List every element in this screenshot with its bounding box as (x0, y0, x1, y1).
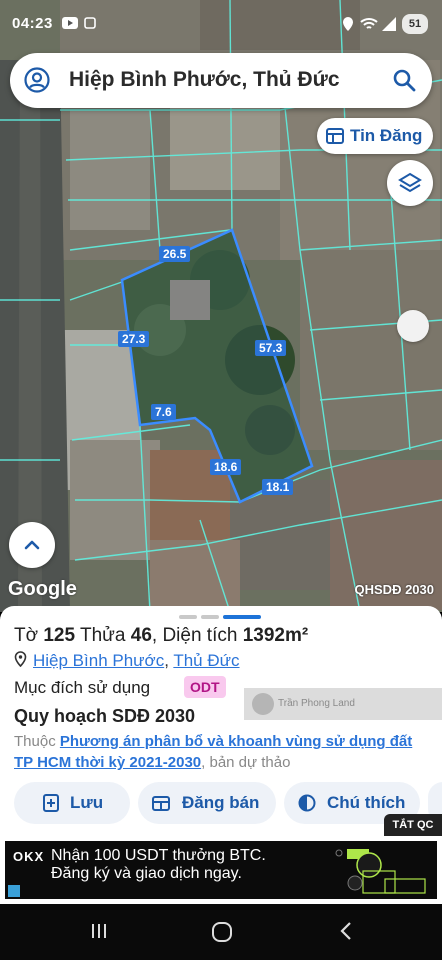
layers-icon (398, 172, 422, 193)
post-for-sale-button[interactable]: Đăng bán (138, 782, 276, 824)
listings-chip[interactable]: Tin Đăng (317, 118, 433, 154)
plan-description: Thuộc Phương án phân bổ và khoanh vùng s… (14, 731, 432, 773)
save-button-label: Lưu (70, 793, 104, 812)
chevron-up-icon (24, 540, 40, 550)
add-bookmark-icon (43, 794, 59, 812)
ad-info-icon[interactable] (8, 885, 20, 897)
close-ad-button[interactable]: TẮT QC (384, 814, 442, 836)
land-use-badge: ODT (184, 676, 226, 698)
youtube-icon (62, 17, 78, 29)
dimension-label: 27.3 (118, 331, 150, 347)
plan-desc-suffix: , bản dự thảo (201, 754, 291, 771)
search-query[interactable]: Hiệp Bình Phước, Thủ Đức (69, 68, 340, 92)
recent-apps-icon[interactable] (89, 921, 109, 941)
search-icon[interactable] (392, 68, 416, 92)
wifi-icon (360, 18, 378, 29)
area-label: , Diện tích (151, 625, 238, 646)
map-layer-code: QHSDĐ 2030 (354, 582, 434, 597)
land-use-label: Mục đích sử dụng (14, 678, 151, 697)
storefront-icon (152, 796, 170, 811)
save-button[interactable]: Lưu (14, 782, 130, 824)
dimension-label: 26.5 (159, 246, 191, 262)
notification-icon (84, 17, 96, 29)
ad-banner[interactable]: OKX Nhận 100 USDT thưởng BTC. Đăng ký và… (0, 836, 442, 904)
dimension-label: 7.6 (151, 404, 176, 420)
dimension-label: 18.6 (210, 459, 242, 475)
parcel-summary: Tờ 125 Thửa 46, Diện tích 1392m² (14, 625, 308, 647)
parcel-info-sheet: Tờ 125 Thửa 46, Diện tích 1392m² Hiệp Bì… (0, 606, 442, 838)
ad-bitcoin-graphic (335, 849, 426, 894)
sheet-label: Tờ (14, 625, 39, 646)
status-bar: 04:23 51 (0, 0, 442, 44)
plan-desc-prefix: Thuộc (14, 733, 56, 750)
ad-subheadline: Đăng ký và giao dịch ngay. (51, 865, 242, 882)
post-for-sale-label: Đăng bán (182, 793, 260, 812)
ad-logo: OKX (13, 849, 45, 864)
battery-indicator: 51 (402, 14, 428, 34)
parcel-location: Hiệp Bình Phước, Thủ Đức (14, 651, 240, 671)
map-slider-handle[interactable] (397, 310, 429, 342)
location-status-icon (343, 17, 353, 31)
map-view[interactable]: 04:23 51 Hiệp Bình Phước, Thủ Đức Tin Đă… (0, 0, 442, 612)
contrast-icon (298, 794, 316, 812)
ad-fine-print (51, 885, 321, 895)
location-pin-icon (14, 651, 27, 668)
signal-icon (382, 17, 396, 31)
watermark-overlay: Trần Phong Land (244, 688, 442, 720)
listings-chip-label: Tin Đăng (350, 126, 423, 145)
parcel-label: Thửa (80, 625, 126, 646)
account-icon[interactable] (24, 67, 50, 93)
sheet-pager[interactable] (179, 615, 263, 620)
sheet-number: 125 (43, 625, 76, 646)
dimension-label: 57.3 (255, 340, 287, 356)
back-icon[interactable] (337, 921, 355, 941)
district-link[interactable]: Thủ Đức (173, 651, 239, 670)
area-value: 1392m² (242, 625, 309, 646)
parcel-number: 46 (130, 625, 152, 646)
search-bar[interactable]: Hiệp Bình Phước, Thủ Đức (10, 53, 432, 108)
google-logo: Google (8, 578, 77, 600)
home-icon[interactable] (211, 921, 233, 943)
status-time: 04:23 (12, 15, 53, 32)
watermark-logo-icon (252, 693, 274, 715)
plan-title: Quy hoạch SDĐ 2030 (14, 706, 196, 726)
watermark-text: Trần Phong Land (278, 698, 355, 709)
ad-headline: Nhận 100 USDT thưởng BTC. (51, 847, 266, 864)
expand-sheet-button[interactable] (9, 522, 55, 568)
dimension-label: 18.1 (262, 479, 294, 495)
ward-link[interactable]: Hiệp Bình Phước (33, 651, 164, 670)
ad-content[interactable]: OKX Nhận 100 USDT thưởng BTC. Đăng ký và… (5, 841, 437, 899)
layers-button[interactable] (387, 160, 433, 206)
list-icon (326, 128, 344, 144)
legend-label: Chú thích (327, 793, 406, 812)
system-nav-bar (0, 904, 442, 960)
